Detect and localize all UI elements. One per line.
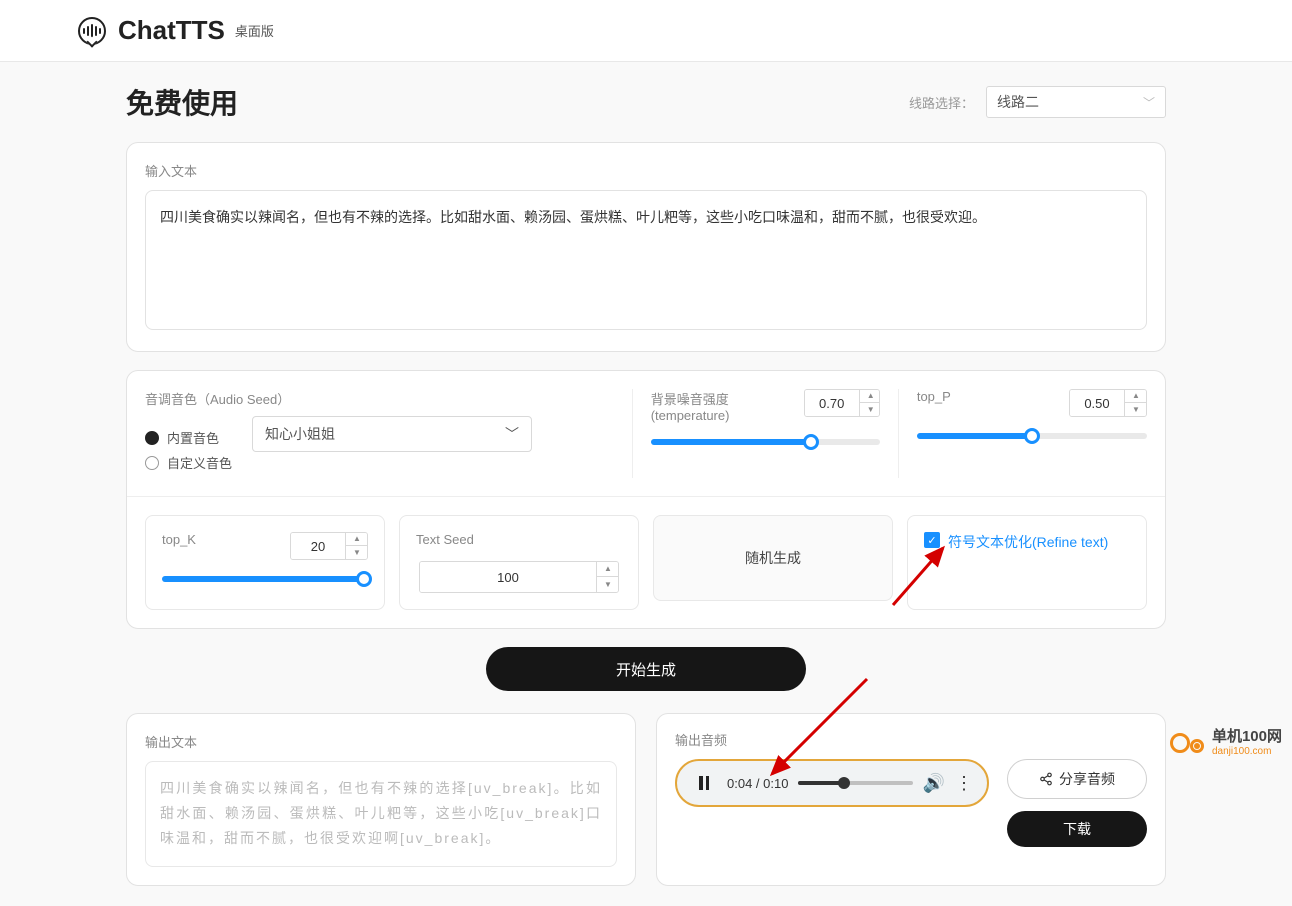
page-title: 免费使用 [126, 82, 238, 122]
pause-button[interactable] [691, 770, 717, 796]
spin-down-icon[interactable]: ▼ [346, 546, 368, 559]
route-select[interactable]: 线路二 ﹀ [986, 86, 1166, 118]
top-p-label: top_P [917, 389, 951, 404]
radio-custom[interactable]: 自定义音色 [145, 453, 232, 472]
watermark: 单机100网 danji100.com [1170, 725, 1282, 761]
output-audio-panel: 输出音频 0:04 / 0:10 🔊 [656, 713, 1166, 886]
pause-icon [699, 776, 709, 790]
top-p-slider[interactable] [917, 433, 1147, 439]
output-text-panel: 输出文本 四川美食确实以辣闻名，但也有不辣的选择[uv_break]。比如甜水面… [126, 713, 636, 886]
spin-down-icon[interactable]: ▼ [597, 577, 619, 592]
volume-icon[interactable]: 🔊 [923, 773, 945, 794]
download-button[interactable]: 下载 [1007, 811, 1147, 847]
chevron-down-icon: ﹀ [505, 424, 519, 444]
input-label: 输入文本 [145, 161, 1147, 180]
temperature-slider[interactable] [651, 439, 880, 445]
share-icon [1039, 772, 1053, 786]
audio-time: 0:04 / 0:10 [727, 776, 788, 791]
spin-up-icon[interactable]: ▲ [1125, 390, 1147, 403]
output-text-content: 四川美食确实以辣闻名，但也有不辣的选择[uv_break]。比如甜水面、赖汤园、… [145, 761, 617, 867]
top-p-input[interactable]: ▲▼ [1069, 389, 1147, 417]
route-label: 线路选择： [909, 93, 974, 112]
input-textarea[interactable]: 四川美食确实以辣闻名，但也有不辣的选择。比如甜水面、赖汤园、蛋烘糕、叶儿粑等，这… [145, 190, 1147, 330]
checkbox-checked-icon: ✓ [924, 532, 940, 548]
radio-builtin[interactable]: 内置音色 [145, 428, 232, 447]
spin-down-icon[interactable]: ▼ [860, 403, 880, 416]
audio-seed-label: 音调音色（Audio Seed） [145, 389, 614, 408]
temperature-label: 背景噪音强度(temperature) [651, 389, 804, 423]
output-audio-label: 输出音频 [675, 730, 1147, 749]
params-panel: 音调音色（Audio Seed） 内置音色 自定义音色 知心小姐姐 [126, 370, 1166, 629]
temperature-input[interactable]: ▲▼ [804, 389, 880, 417]
spin-up-icon[interactable]: ▲ [346, 533, 368, 546]
refine-text-checkbox[interactable]: ✓ 符号文本优化(Refine text) [907, 515, 1147, 610]
chevron-down-icon: ﹀ [1143, 94, 1155, 111]
spin-up-icon[interactable]: ▲ [860, 390, 880, 403]
random-generate-button[interactable]: 随机生成 [653, 515, 893, 601]
app-subtitle: 桌面版 [235, 21, 274, 40]
watermark-logo-icon [1170, 725, 1206, 761]
text-seed-input[interactable]: ▲▼ [419, 561, 619, 593]
top-k-slider[interactable] [162, 576, 368, 582]
spin-up-icon[interactable]: ▲ [597, 562, 619, 577]
output-text-label: 输出文本 [145, 732, 617, 751]
voice-select[interactable]: 知心小姐姐 ﹀ [252, 416, 532, 452]
audio-progress[interactable] [798, 781, 912, 785]
generate-button[interactable]: 开始生成 [486, 647, 806, 691]
text-seed-label: Text Seed [416, 532, 474, 547]
top-k-label: top_K [162, 532, 196, 547]
more-icon[interactable]: ⋮ [955, 773, 973, 794]
audio-player[interactable]: 0:04 / 0:10 🔊 ⋮ [675, 759, 989, 807]
input-panel: 输入文本 四川美食确实以辣闻名，但也有不辣的选择。比如甜水面、赖汤园、蛋烘糕、叶… [126, 142, 1166, 352]
app-logo [78, 17, 106, 45]
spin-down-icon[interactable]: ▼ [1125, 403, 1147, 416]
app-title: ChatTTS [118, 15, 225, 46]
top-k-input[interactable]: ▲▼ [290, 532, 368, 560]
share-audio-button[interactable]: 分享音频 [1007, 759, 1147, 799]
